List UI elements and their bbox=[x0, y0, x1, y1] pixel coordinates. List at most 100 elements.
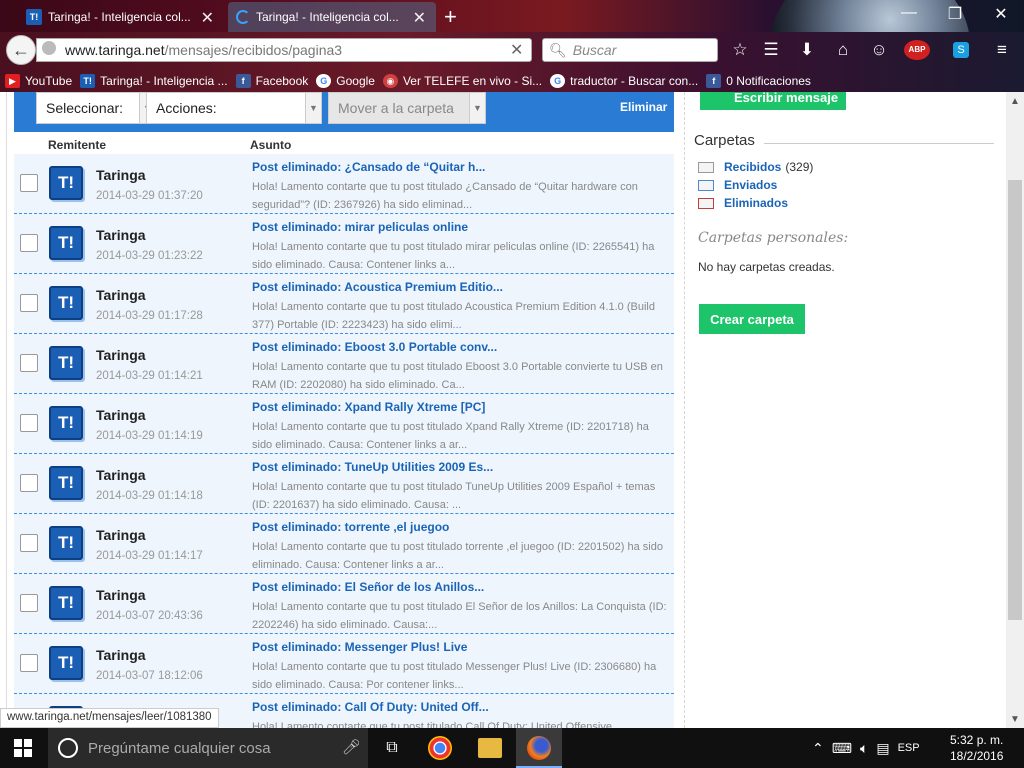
message-sender[interactable]: Taringa bbox=[96, 287, 146, 303]
bookmark-traductor[interactable]: G traductor - Buscar con... bbox=[550, 74, 698, 88]
message-sender[interactable]: Taringa bbox=[96, 227, 146, 243]
chevron-up-icon[interactable]: ⌃ bbox=[812, 740, 824, 757]
message-subject-link[interactable]: Post eliminado: Xpand Rally Xtreme [PC] bbox=[252, 400, 485, 414]
folder-label[interactable]: Enviados bbox=[724, 178, 777, 192]
bookmark-facebook[interactable]: f Facebook bbox=[235, 74, 308, 88]
message-row[interactable]: T! Taringa 2014-03-29 01:37:20 Post elimina… bbox=[14, 154, 674, 214]
bookmark-taringa[interactable]: T! Taringa! - Inteligencia ... bbox=[80, 74, 228, 88]
windows-start-icon[interactable] bbox=[14, 739, 32, 757]
message-checkbox[interactable] bbox=[20, 594, 38, 612]
message-sender[interactable]: Taringa bbox=[96, 527, 146, 543]
message-row[interactable]: T! Taringa 2014-03-29 01:23:22 Post elimina… bbox=[14, 214, 674, 274]
message-sender[interactable]: Taringa bbox=[96, 587, 146, 603]
delete-link[interactable]: Eliminar bbox=[620, 100, 667, 114]
taringa-avatar-icon[interactable]: T! bbox=[49, 526, 83, 560]
bookmark-google[interactable]: G Google bbox=[316, 74, 375, 88]
message-sender[interactable]: Taringa bbox=[96, 167, 146, 183]
clock[interactable]: 5:32 p. m. 18/2/2016 bbox=[950, 732, 1003, 764]
new-tab-button[interactable]: + bbox=[444, 4, 457, 30]
actions-dropdown[interactable]: Acciones: ▼ bbox=[146, 92, 322, 124]
move-folder-dropdown[interactable]: Mover a la carpeta ▼ bbox=[328, 92, 486, 124]
message-sender[interactable]: Taringa bbox=[96, 407, 146, 423]
folder-label[interactable]: Recibidos bbox=[724, 160, 781, 174]
close-window-button[interactable]: ✕ bbox=[986, 4, 1016, 24]
firefox-taskbar-active[interactable] bbox=[516, 728, 562, 768]
scroll-down-icon[interactable]: ▼ bbox=[1008, 714, 1022, 725]
message-sender[interactable]: Taringa bbox=[96, 467, 146, 483]
close-tab-icon[interactable]: ✕ bbox=[201, 8, 214, 28]
message-row[interactable]: T! Taringa 2014-03-29 01:14:17 Post elimina… bbox=[14, 514, 674, 574]
message-subject-link[interactable]: Post eliminado: torrente ,el juegoo bbox=[252, 520, 449, 534]
notification-icon[interactable]: ▤ bbox=[876, 740, 889, 757]
home-icon[interactable]: ⌂ bbox=[833, 40, 853, 60]
message-row[interactable]: T! Taringa 2014-03-29 01:14:19 Post elimina… bbox=[14, 394, 674, 454]
volume-icon[interactable]: 🔈︎ bbox=[860, 740, 868, 757]
folder-enviados[interactable]: Enviados bbox=[698, 178, 777, 192]
menu-icon[interactable]: ≡ bbox=[992, 40, 1012, 60]
message-subject-link[interactable]: Post eliminado: Eboost 3.0 Portable conv… bbox=[252, 340, 497, 354]
reading-list-icon[interactable]: ☰ bbox=[761, 40, 781, 60]
folder-recibidos[interactable]: Recibidos (329) bbox=[698, 160, 813, 174]
bookmark-star-icon[interactable]: ☆ bbox=[730, 40, 750, 60]
message-checkbox[interactable] bbox=[20, 174, 38, 192]
message-row[interactable]: T! Taringa 2014-03-29 01:14:21 Post elimina… bbox=[14, 334, 674, 394]
scrollbar-thumb[interactable] bbox=[1008, 180, 1022, 620]
folder-label[interactable]: Eliminados bbox=[724, 196, 788, 210]
close-tab-icon[interactable]: ✕ bbox=[413, 8, 426, 28]
minimize-button[interactable]: — bbox=[894, 4, 924, 22]
back-button[interactable]: ← bbox=[6, 35, 36, 65]
message-checkbox[interactable] bbox=[20, 414, 38, 432]
message-subject-link[interactable]: Post eliminado: El Señor de los Anillos.… bbox=[252, 580, 484, 594]
create-folder-button[interactable]: Crear carpeta bbox=[699, 304, 805, 334]
tab-taringa-2[interactable]: Taringa! - Inteligencia col... ✕ bbox=[228, 2, 436, 32]
site-info-icon[interactable] bbox=[42, 41, 56, 55]
restore-button[interactable]: ❐ bbox=[940, 4, 970, 24]
tab-taringa-1[interactable]: T! Taringa! - Inteligencia col... ✕ bbox=[18, 2, 224, 32]
message-subject-link[interactable]: Post eliminado: Acoustica Premium Editio… bbox=[252, 280, 503, 294]
message-row[interactable]: T! Taringa 2014-03-07 18:12:06 Post elimina… bbox=[14, 634, 674, 694]
select-dropdown[interactable]: Seleccionar: ▼ bbox=[36, 92, 156, 124]
bookmark-youtube[interactable]: ▶ YouTube bbox=[5, 74, 72, 88]
taringa-avatar-icon[interactable]: T! bbox=[49, 346, 83, 380]
message-checkbox[interactable] bbox=[20, 534, 38, 552]
taringa-avatar-icon[interactable]: T! bbox=[49, 166, 83, 200]
message-subject-link[interactable]: Post eliminado: Call Of Duty: United Off… bbox=[252, 700, 489, 714]
chat-icon[interactable]: ☺ bbox=[869, 40, 889, 60]
skype-icon[interactable]: S bbox=[953, 42, 969, 58]
taringa-avatar-icon[interactable]: T! bbox=[49, 646, 83, 680]
cortana-search[interactable]: Pregúntame cualquier cosa 🎤︎ bbox=[48, 728, 368, 768]
search-input[interactable]: 🔍︎ Buscar bbox=[542, 38, 718, 62]
write-message-button[interactable]: Escribir mensaje bbox=[700, 92, 846, 110]
chrome-icon[interactable] bbox=[428, 736, 452, 760]
scroll-up-icon[interactable]: ▲ bbox=[1008, 96, 1022, 107]
task-view-icon[interactable]: ⧉ bbox=[378, 734, 406, 762]
message-checkbox[interactable] bbox=[20, 654, 38, 672]
message-sender[interactable]: Taringa bbox=[96, 647, 146, 663]
taringa-avatar-icon[interactable]: T! bbox=[49, 286, 83, 320]
message-checkbox[interactable] bbox=[20, 234, 38, 252]
bookmark-notificaciones[interactable]: f 0 Notificaciones bbox=[706, 74, 811, 88]
message-subject-link[interactable]: Post eliminado: ¿Cansado de “Quitar h... bbox=[252, 160, 485, 174]
adblock-icon[interactable]: ABP bbox=[904, 40, 930, 60]
url-bar[interactable]: www.taringa.net/mensajes/recibidos/pagin… bbox=[36, 38, 532, 62]
message-row[interactable]: T! Taringa 2014-03-07 20:43:36 Post elimina… bbox=[14, 574, 674, 634]
message-subject-link[interactable]: Post eliminado: mirar peliculas online bbox=[252, 220, 468, 234]
message-row[interactable]: T! Taringa 2014-03-29 01:17:28 Post elimina… bbox=[14, 274, 674, 334]
bookmark-telefe[interactable]: ◉ Ver TELEFE en vivo - Si... bbox=[382, 74, 542, 88]
download-icon[interactable]: ⬇ bbox=[797, 40, 817, 60]
clear-url-icon[interactable]: ✕ bbox=[510, 40, 523, 60]
message-sender[interactable]: Taringa bbox=[96, 347, 146, 363]
message-checkbox[interactable] bbox=[20, 354, 38, 372]
taringa-avatar-icon[interactable]: T! bbox=[49, 466, 83, 500]
folder-eliminados[interactable]: Eliminados bbox=[698, 196, 788, 210]
microphone-icon[interactable]: 🎤︎ bbox=[342, 738, 361, 756]
message-subject-link[interactable]: Post eliminado: TuneUp Utilities 2009 Es… bbox=[252, 460, 493, 474]
taringa-avatar-icon[interactable]: T! bbox=[49, 226, 83, 260]
taringa-avatar-icon[interactable]: T! bbox=[49, 406, 83, 440]
language-indicator[interactable]: ESP bbox=[898, 742, 920, 757]
taringa-avatar-icon[interactable]: T! bbox=[49, 586, 83, 620]
message-checkbox[interactable] bbox=[20, 294, 38, 312]
message-row[interactable]: T! Taringa 2014-03-29 01:14:18 Post elimina… bbox=[14, 454, 674, 514]
message-checkbox[interactable] bbox=[20, 474, 38, 492]
network-icon[interactable]: ⌨ bbox=[832, 740, 852, 757]
